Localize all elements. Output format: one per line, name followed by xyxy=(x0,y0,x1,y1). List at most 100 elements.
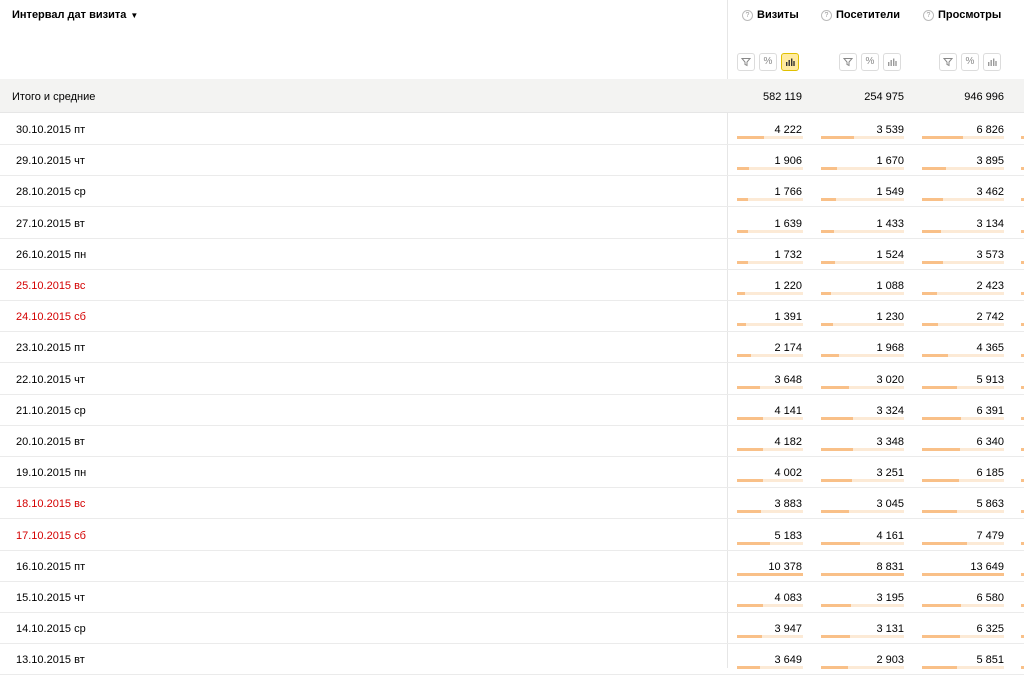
filter-button[interactable] xyxy=(939,53,957,71)
totals-pageviews: 946 996 xyxy=(964,91,1004,103)
table-row[interactable]: 23.10.2015 пт 2 174 1 968 4 365 xyxy=(0,332,1024,364)
table-row[interactable]: 22.10.2015 чт 3 648 3 020 5 913 xyxy=(0,364,1024,395)
bar-track xyxy=(737,167,803,171)
bar-fill xyxy=(737,572,803,576)
row-date: 19.10.2015 пн xyxy=(16,467,87,480)
bar-track xyxy=(737,572,803,576)
cell-pageviews: 5 913 xyxy=(976,373,1004,386)
cell-visitors: 3 045 xyxy=(876,498,904,511)
cell-visitors: 4 161 xyxy=(876,529,904,542)
cell-visitors: 3 539 xyxy=(876,124,904,136)
totals-visitors: 254 975 xyxy=(864,91,904,103)
table-row[interactable]: 13.10.2015 вт 3 649 2 903 5 851 xyxy=(0,644,1024,675)
bar-fill xyxy=(737,136,764,139)
filter-button[interactable] xyxy=(737,53,755,71)
bar-fill xyxy=(922,604,961,607)
table-row[interactable]: 14.10.2015 ср 3 947 3 131 6 325 xyxy=(0,613,1024,645)
table-row[interactable]: 25.10.2015 вс 1 220 1 088 2 423 xyxy=(0,270,1024,301)
percent-button[interactable]: % xyxy=(961,53,979,71)
help-icon[interactable]: ? xyxy=(821,10,832,21)
bar-fill xyxy=(821,323,833,327)
chart-toggle-button[interactable] xyxy=(781,53,799,71)
bar-track xyxy=(737,323,803,327)
bar-track xyxy=(737,354,803,358)
bar-fill xyxy=(821,604,851,607)
table-row[interactable]: 24.10.2015 сб 1 391 1 230 2 742 xyxy=(0,301,1024,333)
table-row[interactable]: 30.10.2015 пт 4 222 3 539 6 826 xyxy=(0,114,1024,145)
bar-fill xyxy=(922,572,1004,576)
bar-track xyxy=(821,229,904,233)
bar-track xyxy=(737,198,803,202)
totals-label: Итого и средние xyxy=(12,91,96,103)
cell-visits: 2 174 xyxy=(774,342,802,355)
chart-toggle-button[interactable] xyxy=(883,53,901,71)
cell-visitors: 2 903 xyxy=(876,654,904,667)
bar-fill xyxy=(737,198,748,202)
cell-pageviews: 6 826 xyxy=(976,124,1004,136)
cell-visits: 1 220 xyxy=(774,280,802,292)
table-row[interactable]: 17.10.2015 сб 5 183 4 161 7 479 xyxy=(0,520,1024,551)
bar-track xyxy=(737,136,803,139)
bar-track xyxy=(737,479,803,483)
cell-pageviews: 2 423 xyxy=(976,280,1004,292)
percent-button[interactable]: % xyxy=(759,53,777,71)
bar-track xyxy=(821,323,904,327)
metric-header-pageviews[interactable]: ? Просмотры xyxy=(923,9,1001,21)
cell-pageviews: 5 863 xyxy=(976,498,1004,511)
table-row[interactable]: 20.10.2015 вт 4 182 3 348 6 340 xyxy=(0,426,1024,457)
bar-fill xyxy=(737,229,748,233)
cell-visits: 4 083 xyxy=(774,592,802,604)
cell-visitors: 3 131 xyxy=(876,623,904,636)
table-row[interactable]: 29.10.2015 чт 1 906 1 670 3 895 xyxy=(0,145,1024,177)
metric-header-visitors[interactable]: ? Посетители xyxy=(821,9,900,21)
help-icon[interactable]: ? xyxy=(923,10,934,21)
table-row[interactable]: 21.10.2015 ср 4 141 3 324 6 391 xyxy=(0,395,1024,426)
filter-icon xyxy=(741,58,751,67)
table-row[interactable]: 28.10.2015 ср 1 766 1 549 3 462 xyxy=(0,176,1024,208)
bar-track xyxy=(737,292,803,295)
totals-row: Итого и средние 582 119 254 975 946 996 xyxy=(0,79,1024,113)
bar-track xyxy=(821,510,904,514)
bar-fill xyxy=(821,572,904,576)
cell-pageviews: 6 325 xyxy=(976,623,1004,636)
row-date: 23.10.2015 пт xyxy=(16,342,86,355)
table-row[interactable]: 18.10.2015 вс 3 883 3 045 5 863 xyxy=(0,488,1024,520)
bar-fill xyxy=(737,510,761,514)
bar-track xyxy=(821,541,904,545)
help-icon[interactable]: ? xyxy=(742,10,753,21)
dimension-title: Интервал дат визита xyxy=(12,9,127,21)
table-row[interactable]: 26.10.2015 пн 1 732 1 524 3 573 xyxy=(0,239,1024,270)
metric-title: Посетители xyxy=(836,9,900,21)
filter-button[interactable] xyxy=(839,53,857,71)
table-row[interactable]: 15.10.2015 чт 4 083 3 195 6 580 xyxy=(0,582,1024,613)
bar-fill xyxy=(922,198,943,202)
cell-visits: 10 378 xyxy=(768,560,802,573)
row-date: 14.10.2015 ср xyxy=(16,623,86,636)
cell-visits: 4 222 xyxy=(774,124,802,136)
dimension-header[interactable]: Интервал дат визита ▼ xyxy=(12,9,138,21)
chart-toggle-button[interactable] xyxy=(983,53,1001,71)
cell-visits: 5 183 xyxy=(774,529,802,542)
bar-track xyxy=(821,385,904,389)
bar-fill xyxy=(821,448,853,451)
table-row[interactable]: 19.10.2015 пн 4 002 3 251 6 185 xyxy=(0,457,1024,489)
percent-button[interactable]: % xyxy=(861,53,879,71)
bar-track xyxy=(737,260,803,264)
cell-pageviews: 6 391 xyxy=(976,404,1004,417)
bar-fill xyxy=(821,510,849,514)
cell-visitors: 1 433 xyxy=(876,217,904,230)
bar-fill xyxy=(737,604,763,607)
table-row[interactable]: 27.10.2015 вт 1 639 1 433 3 134 xyxy=(0,208,1024,239)
cell-pageviews: 5 851 xyxy=(976,654,1004,667)
row-date: 26.10.2015 пн xyxy=(16,248,87,261)
bar-track xyxy=(821,479,904,483)
metric-header-visits[interactable]: ? Визиты xyxy=(742,9,799,21)
bar-track xyxy=(737,635,803,639)
row-date: 24.10.2015 сб xyxy=(16,311,86,324)
bar-fill xyxy=(922,541,967,545)
table-row[interactable]: 16.10.2015 пт 10 378 8 831 13 649 xyxy=(0,551,1024,582)
cell-visits: 4 002 xyxy=(774,467,802,480)
cell-visitors: 8 831 xyxy=(876,560,904,573)
sort-arrow-icon[interactable]: ▼ xyxy=(130,11,138,20)
cell-visitors: 3 020 xyxy=(876,373,904,386)
